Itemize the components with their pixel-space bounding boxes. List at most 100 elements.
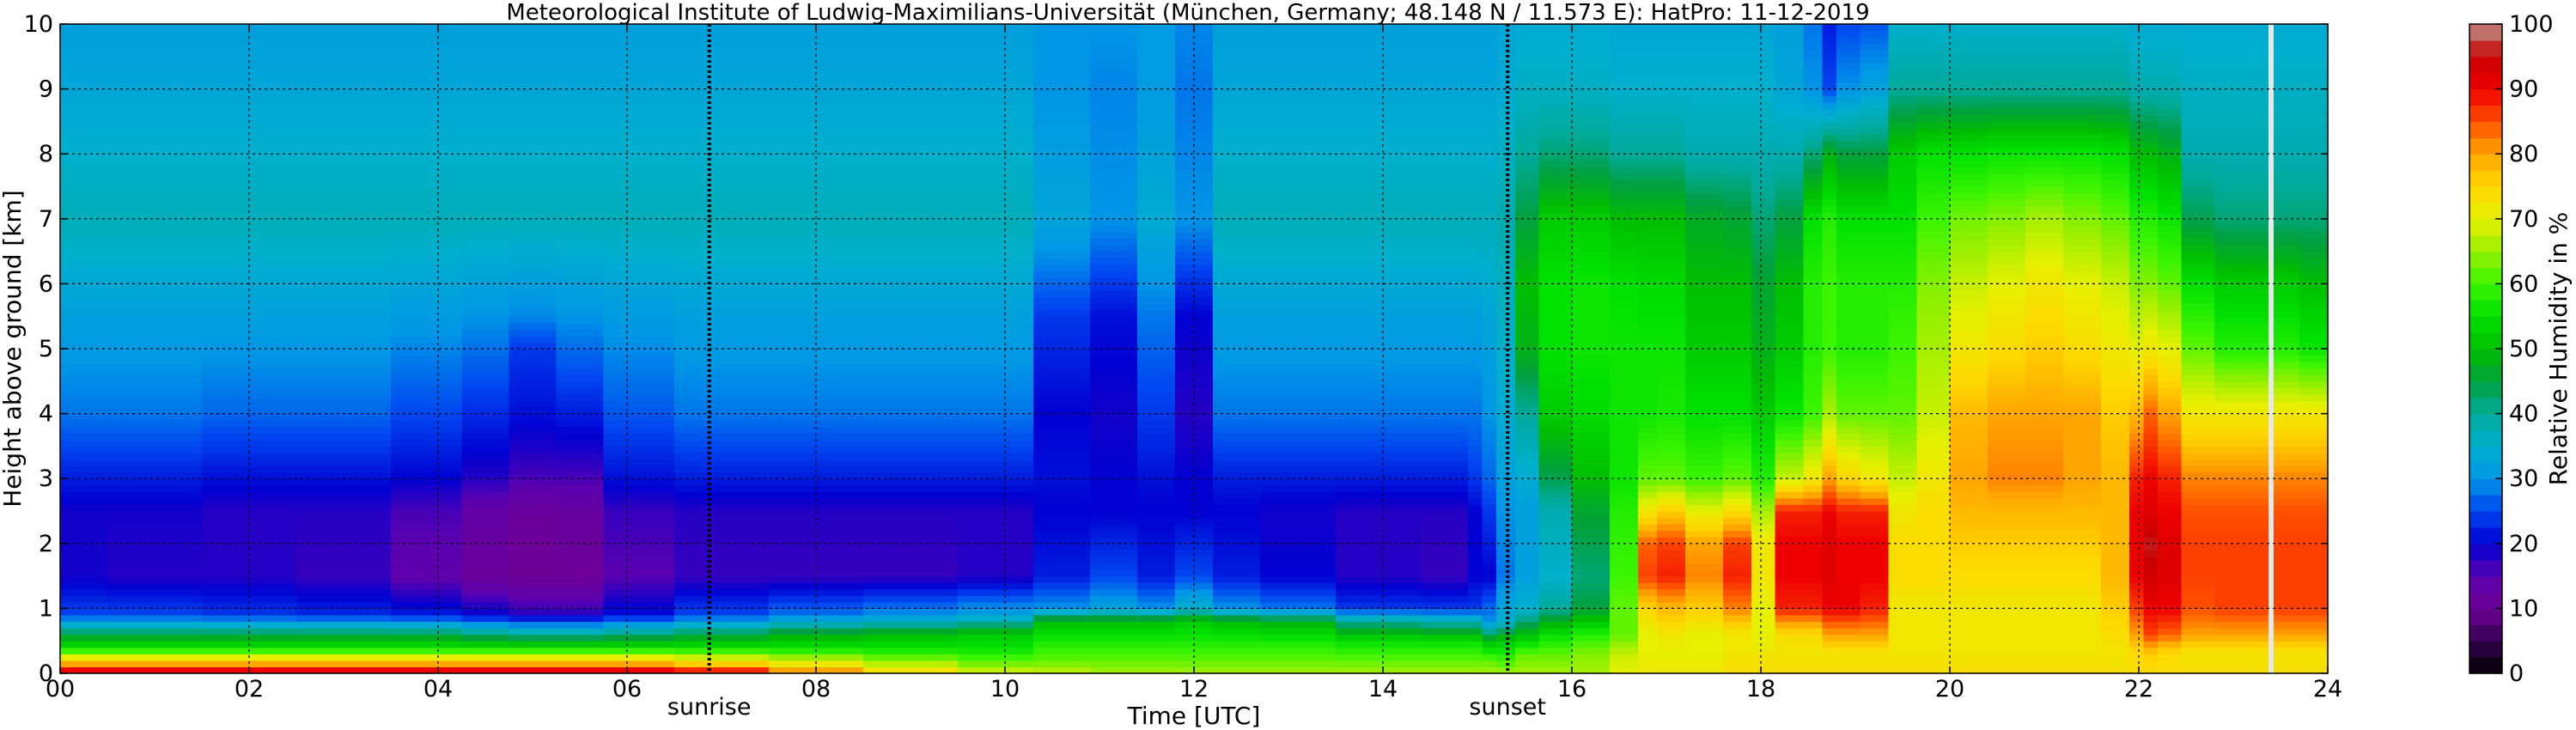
heatmap-cell [1916,82,1951,90]
heatmap-cell [1916,543,1951,551]
heatmap-cell [2214,225,2253,233]
heatmap-cell [603,491,675,499]
heatmap-cell [1482,186,1497,194]
heatmap-cell [1137,420,1176,428]
heatmap-cell [1888,439,1918,447]
heatmap-cell [1803,218,1824,226]
heatmap-cell [1916,245,1951,252]
heatmap-cell [2214,329,2253,337]
heatmap-cell [391,446,463,453]
heatmap-cell [2063,420,2102,428]
heatmap-cell [2101,524,2130,532]
heatmap-cell [1657,43,1686,51]
heatmap-cell [1610,251,1639,259]
heatmap-cell [958,524,1034,532]
heatmap-cell [1610,654,1639,661]
heatmap-cell [1515,439,1540,447]
heatmap-cell [958,628,1034,636]
heatmap-cell [461,569,510,577]
heatmap-cell [1610,329,1639,337]
heatmap-cell [296,24,392,32]
heatmap-cell [2129,167,2145,174]
heatmap-cell [2129,543,2145,551]
heatmap-cell [296,37,392,45]
heatmap-cell [1137,484,1176,492]
heatmap-cell [1988,56,2026,64]
heatmap-cell [1610,121,1639,129]
heatmap-cell [1988,614,2026,623]
heatmap-cell [1657,362,1686,369]
heatmap-cell [1468,517,1483,525]
heatmap-cell [1751,504,1776,512]
heatmap-cell [1916,621,1951,629]
heatmap-cell [1950,459,1988,466]
heatmap-cell [1090,582,1138,590]
heatmap-cell [1572,238,1611,246]
heatmap-cell [1515,277,1540,284]
heatmap-cell [1482,575,1497,583]
heatmap-cell [2181,199,2215,207]
heatmap-cell [391,289,463,298]
heatmap-cell [863,556,959,564]
heatmap-cell [2214,446,2253,453]
heatmap-cell [1336,82,1422,90]
heatmap-cell [958,186,1034,194]
heatmap-cell [2101,43,2130,51]
heatmap-cell [1572,588,1611,596]
heatmap-cell [1751,537,1776,544]
heatmap-cell [296,387,392,395]
heatmap-cell [1137,37,1176,45]
heatmap-cell [1751,342,1776,350]
heatmap-cell [1260,37,1337,45]
heatmap-cell [509,271,557,278]
heatmap-cell [603,400,675,408]
heatmap-cell [1751,517,1776,525]
heatmap-cell [2025,511,2064,519]
heatmap-cell [1751,30,1776,38]
heatmap-cell [1803,134,1824,142]
heatmap-cell [107,569,203,577]
heatmap-cell [556,50,605,58]
heatmap-cell [1421,179,1469,187]
heatmap-cell [1685,160,1724,167]
heatmap-cell [2158,400,2183,408]
heatmap-cell [296,380,392,388]
heatmap-cell [107,160,203,167]
heatmap-cell [1090,543,1138,551]
heatmap-cell [1260,452,1337,460]
heatmap-cell [1468,497,1483,506]
heatmap-cell [2158,497,2183,506]
heatmap-cell [1723,654,1752,661]
heatmap-cell [107,101,203,109]
heatmap-cell [461,134,510,142]
heatmap-cell [2129,63,2145,70]
heatmap-cell [1916,154,1951,161]
heatmap-cell [603,595,675,603]
heatmap-cell [1803,264,1824,271]
heatmap-cell [1090,231,1138,240]
heatmap-cell [296,231,392,240]
heatmap-cell [2143,277,2159,284]
heatmap-cell [1538,167,1573,174]
heatmap-cell [556,393,605,402]
heatmap-cell [461,446,510,453]
heatmap-cell [603,316,675,324]
heatmap-cell [2181,114,2215,122]
heatmap-cell [2129,205,2145,213]
heatmap-cell [509,37,557,45]
heatmap-cell [461,141,510,149]
heatmap-cell [1090,316,1138,324]
heatmap-cell [60,393,108,402]
heatmap-cell [2143,212,2159,220]
heatmap-cell [1988,192,2026,200]
heatmap-cell [1033,251,1091,259]
heatmap-cell [1988,374,2026,382]
heatmap-cell [1538,465,1573,473]
heatmap-cell [1751,355,1776,362]
heatmap-cell [1033,283,1091,291]
heatmap-cell [2158,511,2183,519]
heatmap-cell [1482,393,1497,402]
heatmap-cell [1515,660,1540,668]
heatmap-cell [1213,309,1261,317]
heatmap-cell [1468,439,1483,447]
